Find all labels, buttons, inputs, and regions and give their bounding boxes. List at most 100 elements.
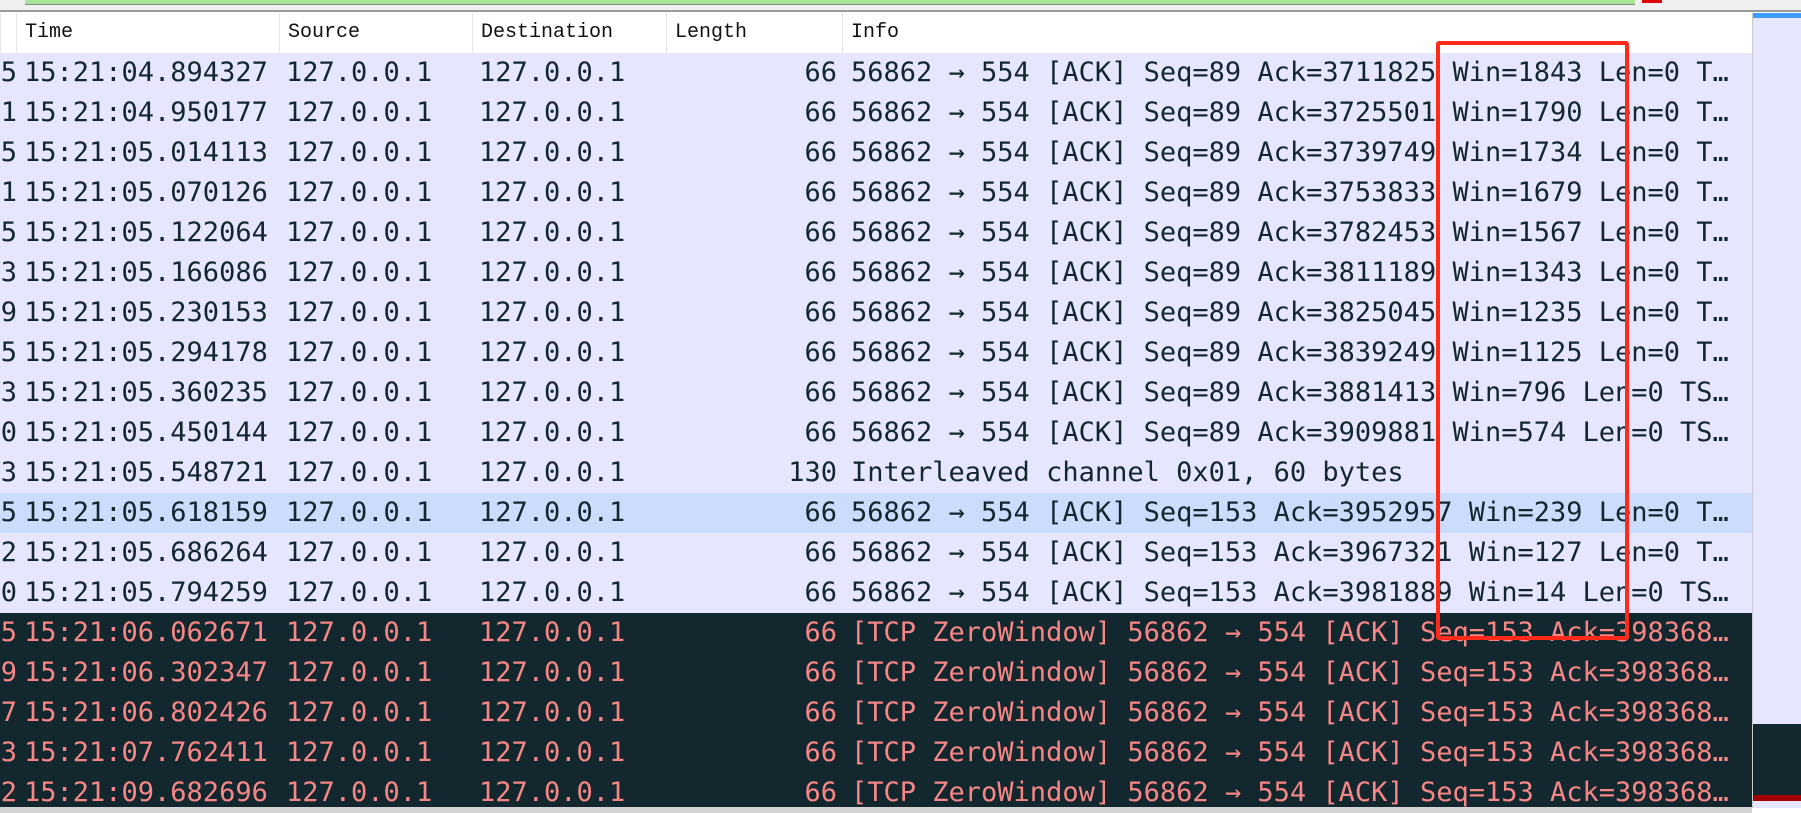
- packet-info: 56862 → 554 [ACK] Seq=89 Ack=3753833 Win…: [851, 177, 1729, 208]
- filter-input[interactable]: [25, 0, 1635, 5]
- packet-source: 127.0.0.1: [286, 57, 433, 88]
- clear-filter-button[interactable]: [1642, 0, 1662, 3]
- packet-time: 15:21:05.450144: [24, 417, 268, 448]
- packet-row[interactable]: 5 15:21:05.294178 127.0.0.1 127.0.0.1 66 5686…: [0, 333, 1752, 373]
- packet-number: 9: [0, 297, 17, 328]
- packet-info: 56862 → 554 [ACK] Seq=89 Ack=3782453 Win…: [851, 217, 1729, 248]
- packet-length: 66: [804, 257, 837, 288]
- packet-number: 1: [0, 97, 17, 128]
- packet-time: 15:21:05.618159: [24, 497, 268, 528]
- column-header-no[interactable]: [0, 13, 16, 53]
- packet-number: 3: [0, 457, 17, 488]
- packet-info: 56862 → 554 [ACK] Seq=89 Ack=3811189 Win…: [851, 257, 1729, 288]
- packet-time: 15:21:04.950177: [24, 97, 268, 128]
- packet-number: 5: [0, 137, 17, 168]
- packet-number: 3: [0, 257, 17, 288]
- packet-row[interactable]: 0 15:21:05.794259 127.0.0.1 127.0.0.1 66 5686…: [0, 573, 1752, 613]
- packet-time: 15:21:05.294178: [24, 337, 268, 368]
- packet-row[interactable]: 5 15:21:05.014113 127.0.0.1 127.0.0.1 66 5686…: [0, 133, 1752, 173]
- packet-number: 2: [0, 537, 17, 568]
- packet-destination: 127.0.0.1: [479, 497, 626, 528]
- column-header-source[interactable]: Source: [279, 13, 472, 53]
- packet-row[interactable]: 0 15:21:05.450144 127.0.0.1 127.0.0.1 66 5686…: [0, 413, 1752, 453]
- packet-row[interactable]: 1 15:21:05.070126 127.0.0.1 127.0.0.1 66 5686…: [0, 173, 1752, 213]
- packet-number: 5: [0, 337, 17, 368]
- packet-row[interactable]: 9 15:21:06.302347 127.0.0.1 127.0.0.1 66 [TCP…: [0, 653, 1752, 693]
- packet-destination: 127.0.0.1: [479, 417, 626, 448]
- column-header-info[interactable]: Info: [842, 13, 1752, 53]
- packet-destination: 127.0.0.1: [479, 257, 626, 288]
- packet-list-header: Time Source Destination Length Info: [0, 13, 1752, 53]
- packet-destination: 127.0.0.1: [479, 657, 626, 688]
- packet-number: 5: [0, 617, 17, 648]
- packet-length: 66: [804, 617, 837, 648]
- packet-length: 66: [804, 657, 837, 688]
- packet-row[interactable]: 5 15:21:05.618159 127.0.0.1 127.0.0.1 66 5686…: [0, 493, 1752, 533]
- packet-source: 127.0.0.1: [286, 137, 433, 168]
- packet-number: 9: [0, 657, 17, 688]
- packet-destination: 127.0.0.1: [479, 577, 626, 608]
- packet-length: 66: [804, 97, 837, 128]
- packet-destination: 127.0.0.1: [479, 697, 626, 728]
- packet-row[interactable]: 3 15:21:05.360235 127.0.0.1 127.0.0.1 66 5686…: [0, 373, 1752, 413]
- packet-source: 127.0.0.1: [286, 297, 433, 328]
- packet-time: 15:21:05.686264: [24, 537, 268, 568]
- horizontal-scrollbar[interactable]: [0, 807, 1752, 813]
- scrollbar-thumb[interactable]: [1753, 13, 1801, 18]
- packet-destination: 127.0.0.1: [479, 457, 626, 488]
- packet-destination: 127.0.0.1: [479, 617, 626, 648]
- packet-destination: 127.0.0.1: [479, 377, 626, 408]
- packet-time: 15:21:05.794259: [24, 577, 268, 608]
- packet-row[interactable]: 2 15:21:05.686264 127.0.0.1 127.0.0.1 66 5686…: [0, 533, 1752, 573]
- packet-row[interactable]: 5 15:21:05.122064 127.0.0.1 127.0.0.1 66 5686…: [0, 213, 1752, 253]
- packet-time: 15:21:05.122064: [24, 217, 268, 248]
- packet-row[interactable]: 5 15:21:06.062671 127.0.0.1 127.0.0.1 66 [TCP…: [0, 613, 1752, 653]
- packet-info: 56862 → 554 [ACK] Seq=153 Ack=3952957 Wi…: [851, 497, 1729, 528]
- packet-source: 127.0.0.1: [286, 377, 433, 408]
- packet-info: 56862 → 554 [ACK] Seq=153 Ack=3967321 Wi…: [851, 537, 1729, 568]
- column-header-destination[interactable]: Destination: [472, 13, 666, 53]
- packet-time: 15:21:05.014113: [24, 137, 268, 168]
- packet-source: 127.0.0.1: [286, 657, 433, 688]
- packet-number: 3: [0, 737, 17, 768]
- packet-list: 5 15:21:04.894327 127.0.0.1 127.0.0.1 66 5686…: [0, 53, 1752, 813]
- packet-row[interactable]: 5 15:21:04.894327 127.0.0.1 127.0.0.1 66 5686…: [0, 53, 1752, 93]
- packet-row[interactable]: 3 15:21:05.166086 127.0.0.1 127.0.0.1 66 5686…: [0, 253, 1752, 293]
- packet-time: 15:21:05.548721: [24, 457, 268, 488]
- packet-row[interactable]: 9 15:21:05.230153 127.0.0.1 127.0.0.1 66 5686…: [0, 293, 1752, 333]
- packet-time: 15:21:06.062671: [24, 617, 268, 648]
- packet-destination: 127.0.0.1: [479, 337, 626, 368]
- packet-row[interactable]: 1 15:21:04.950177 127.0.0.1 127.0.0.1 66 5686…: [0, 93, 1752, 133]
- packet-info: [TCP ZeroWindow] 56862 → 554 [ACK] Seq=1…: [851, 737, 1729, 768]
- packet-number: 0: [0, 417, 17, 448]
- packet-length: 130: [788, 457, 837, 488]
- packet-time: 15:21:07.762411: [24, 737, 268, 768]
- packet-number: 7: [0, 697, 17, 728]
- minimap-marker: [1753, 795, 1801, 801]
- packet-destination: 127.0.0.1: [479, 177, 626, 208]
- packet-info: 56862 → 554 [ACK] Seq=89 Ack=3739749 Win…: [851, 137, 1729, 168]
- packet-row[interactable]: 3 15:21:07.762411 127.0.0.1 127.0.0.1 66 [TCP…: [0, 733, 1752, 773]
- packet-time: 15:21:05.230153: [24, 297, 268, 328]
- packet-number: 5: [0, 497, 17, 528]
- packet-row[interactable]: 3 15:21:05.548721 127.0.0.1 127.0.0.1 130 Int…: [0, 453, 1752, 493]
- column-header-length[interactable]: Length: [666, 13, 842, 53]
- packet-destination: 127.0.0.1: [479, 57, 626, 88]
- packet-info: 56862 → 554 [ACK] Seq=89 Ack=3711825 Win…: [851, 57, 1729, 88]
- packet-source: 127.0.0.1: [286, 457, 433, 488]
- packet-length: 66: [804, 737, 837, 768]
- packet-number: 3: [0, 377, 17, 408]
- packet-source: 127.0.0.1: [286, 337, 433, 368]
- packet-info: Interleaved channel 0x01, 60 bytes: [851, 457, 1404, 488]
- packet-length: 66: [804, 177, 837, 208]
- packet-number: 1: [0, 177, 17, 208]
- column-header-time[interactable]: Time: [16, 13, 279, 53]
- packet-info: 56862 → 554 [ACK] Seq=153 Ack=3981889 Wi…: [851, 577, 1729, 608]
- vertical-scrollbar[interactable]: [1752, 13, 1801, 808]
- packet-length: 66: [804, 137, 837, 168]
- minimap-zero-window-band: [1753, 724, 1801, 795]
- packet-row[interactable]: 7 15:21:06.802426 127.0.0.1 127.0.0.1 66 [TCP…: [0, 693, 1752, 733]
- packet-info: 56862 → 554 [ACK] Seq=89 Ack=3725501 Win…: [851, 97, 1729, 128]
- packet-length: 66: [804, 297, 837, 328]
- display-filter-bar[interactable]: [0, 0, 1801, 12]
